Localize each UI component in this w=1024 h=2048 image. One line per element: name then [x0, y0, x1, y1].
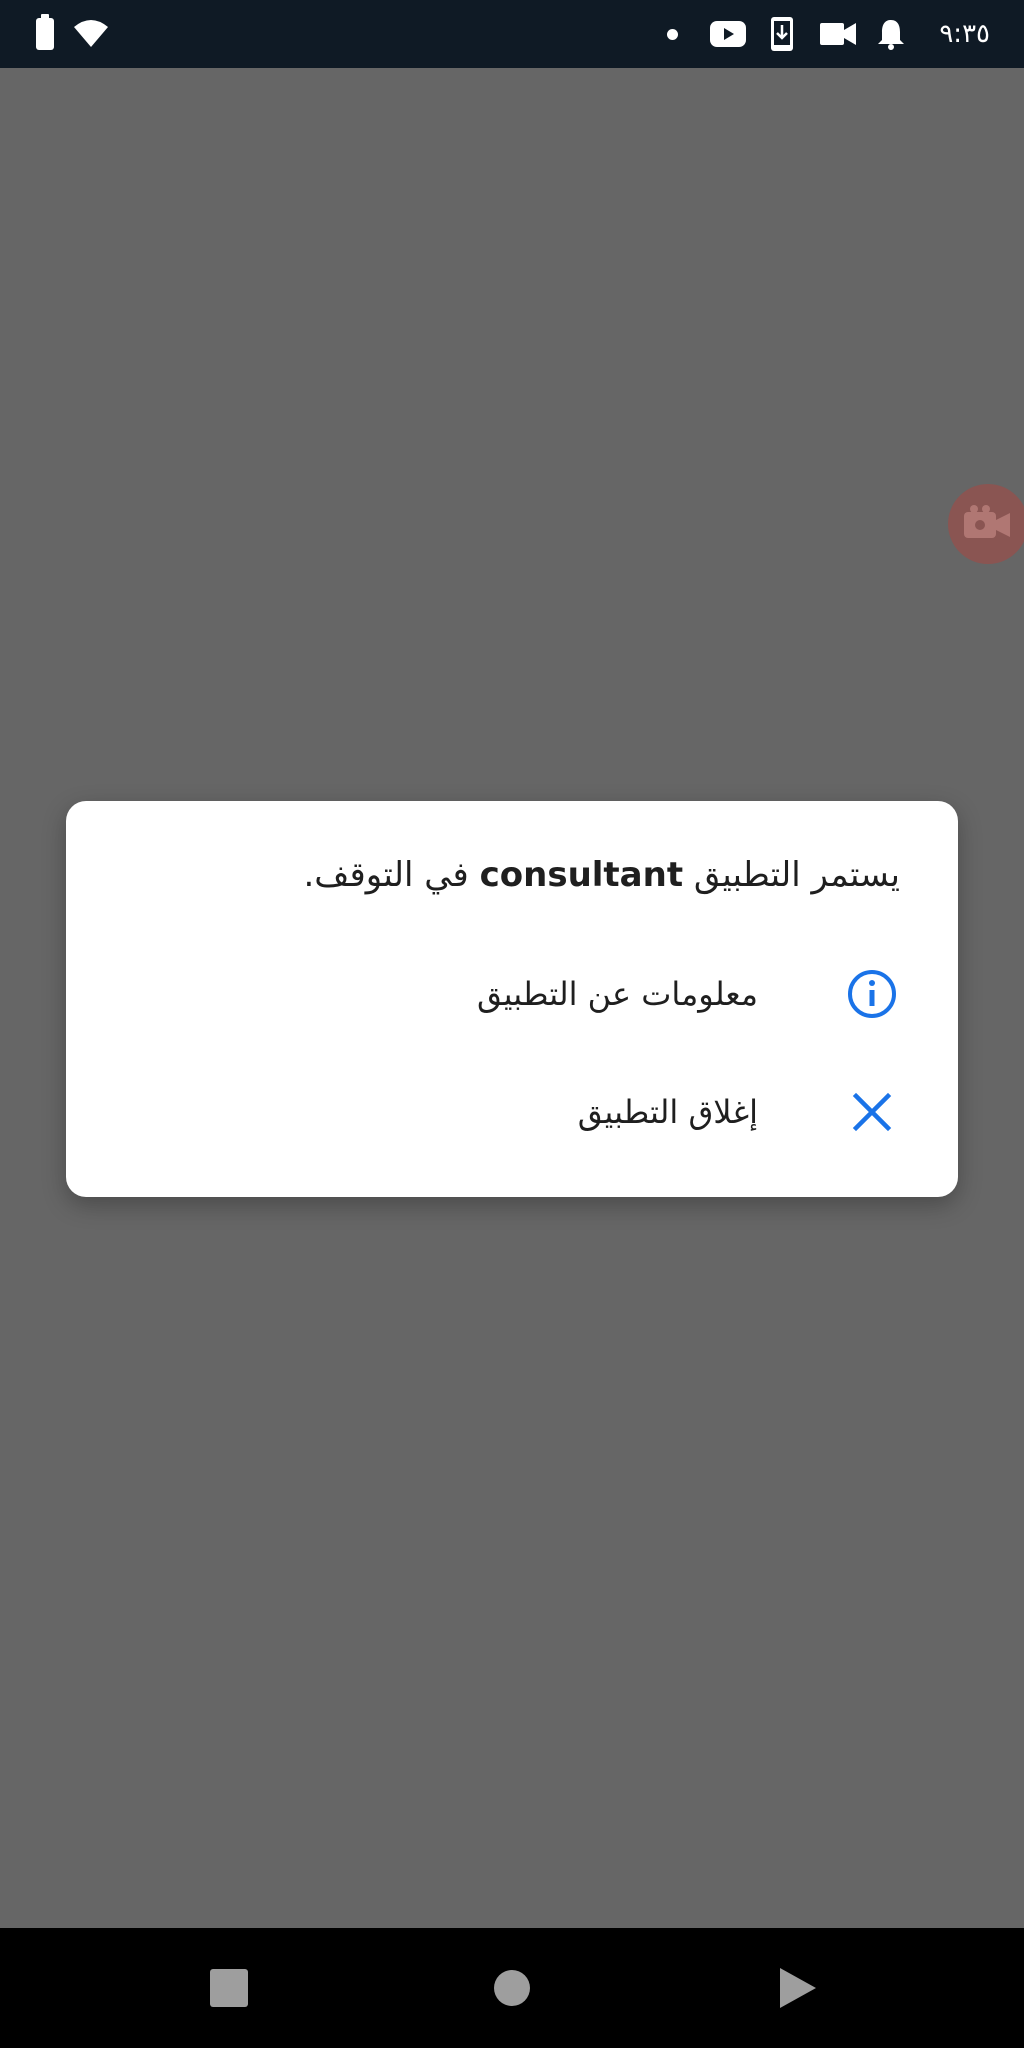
- app-name: consultant: [479, 855, 684, 895]
- battery-icon: [34, 0, 56, 68]
- navigation-bar: [0, 1928, 1024, 2048]
- back-button[interactable]: [748, 1928, 848, 2048]
- dot-icon: [662, 0, 682, 68]
- wifi-icon: [70, 0, 112, 68]
- dialog-title: يستمر التطبيق consultant في التوقف.: [120, 845, 901, 905]
- close-icon: [844, 1084, 900, 1140]
- square-icon: [210, 1969, 248, 2007]
- home-button[interactable]: [462, 1928, 562, 2048]
- app-info-button[interactable]: معلومات عن التطبيق: [66, 939, 958, 1049]
- recents-button[interactable]: [179, 1928, 279, 2048]
- title-prefix: يستمر التطبيق: [693, 855, 900, 895]
- bell-icon: [874, 0, 908, 68]
- info-icon: [844, 966, 900, 1022]
- app-crash-dialog: يستمر التطبيق consultant في التوقف. معلو…: [66, 801, 958, 1197]
- video-camera-icon: [964, 505, 1010, 538]
- clock: ٩:٣٥: [939, 19, 990, 49]
- close-app-button[interactable]: إغلاق التطبيق: [66, 1057, 958, 1167]
- app-info-label: معلومات عن التطبيق: [476, 975, 758, 1013]
- screen: ٩:٣٥ يستمر التطبيق consultant في التوقف.: [0, 0, 1024, 2048]
- status-bar: ٩:٣٥: [0, 0, 1024, 68]
- video-camera-icon: [818, 0, 858, 68]
- circle-icon: [494, 1970, 530, 2006]
- title-suffix: في التوقف.: [303, 855, 469, 895]
- download-icon: [768, 0, 796, 68]
- youtube-icon: [708, 0, 748, 68]
- triangle-icon: [780, 1968, 816, 2008]
- screen-recorder-bubble[interactable]: [948, 484, 1024, 564]
- close-app-label: إغلاق التطبيق: [577, 1093, 758, 1131]
